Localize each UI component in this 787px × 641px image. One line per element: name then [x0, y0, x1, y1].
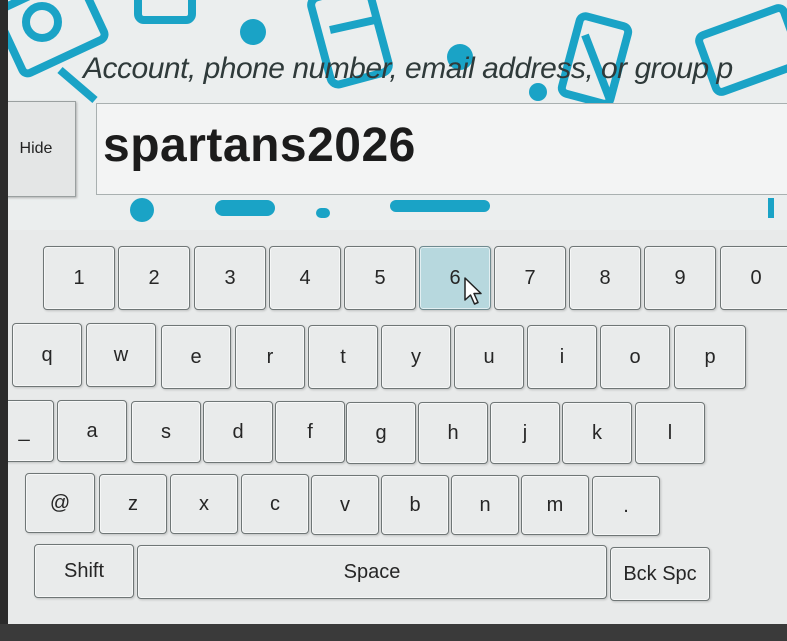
key-n[interactable]: n — [451, 475, 519, 535]
key-f[interactable]: f — [275, 401, 345, 463]
key-c[interactable]: c — [241, 474, 309, 534]
key-9[interactable]: 9 — [644, 246, 716, 310]
key-underscore[interactable]: _ — [0, 400, 54, 462]
key-period[interactable]: . — [592, 476, 660, 536]
account-input[interactable]: spartans2026 — [96, 103, 787, 195]
space-key[interactable]: Space — [137, 545, 607, 599]
key-p[interactable]: p — [674, 325, 746, 389]
key-7[interactable]: 7 — [494, 246, 566, 310]
kiosk-screen: Account, phone number, email address, or… — [0, 0, 787, 641]
key-8[interactable]: 8 — [569, 246, 641, 310]
login-prompt-label: Account, phone number, email address, or… — [83, 52, 733, 85]
key-s[interactable]: s — [131, 401, 201, 463]
key-a[interactable]: a — [57, 400, 127, 462]
key-0[interactable]: 0 — [720, 246, 787, 310]
key-e[interactable]: e — [161, 325, 231, 389]
key-3[interactable]: 3 — [194, 246, 266, 310]
account-input-value: spartans2026 — [103, 119, 416, 172]
key-x[interactable]: x — [170, 474, 238, 534]
key-t[interactable]: t — [308, 325, 378, 389]
key-4[interactable]: 4 — [269, 246, 341, 310]
key-2[interactable]: 2 — [118, 246, 190, 310]
monitor-bezel-bottom — [0, 624, 787, 641]
key-z[interactable]: z — [99, 474, 167, 534]
key-k[interactable]: k — [562, 402, 632, 464]
key-d[interactable]: d — [203, 401, 273, 463]
key-at[interactable]: @ — [25, 473, 95, 533]
hide-keyboard-button[interactable]: Hide — [0, 101, 76, 197]
backspace-key[interactable]: Bck Spc — [610, 547, 710, 601]
monitor-bezel-left — [0, 0, 8, 641]
key-l[interactable]: l — [635, 402, 705, 464]
key-w[interactable]: w — [86, 323, 156, 387]
key-g[interactable]: g — [346, 402, 416, 464]
key-b[interactable]: b — [381, 475, 449, 535]
key-1[interactable]: 1 — [43, 246, 115, 310]
key-q[interactable]: q — [12, 323, 82, 387]
key-y[interactable]: y — [381, 325, 451, 389]
key-h[interactable]: h — [418, 402, 488, 464]
key-r[interactable]: r — [235, 325, 305, 389]
key-v[interactable]: v — [311, 475, 379, 535]
key-5[interactable]: 5 — [344, 246, 416, 310]
shift-key[interactable]: Shift — [34, 544, 134, 598]
key-o[interactable]: o — [600, 325, 670, 389]
key-i[interactable]: i — [527, 325, 597, 389]
key-m[interactable]: m — [521, 475, 589, 535]
key-j[interactable]: j — [490, 402, 560, 464]
key-6[interactable]: 6 — [419, 246, 491, 310]
key-u[interactable]: u — [454, 325, 524, 389]
